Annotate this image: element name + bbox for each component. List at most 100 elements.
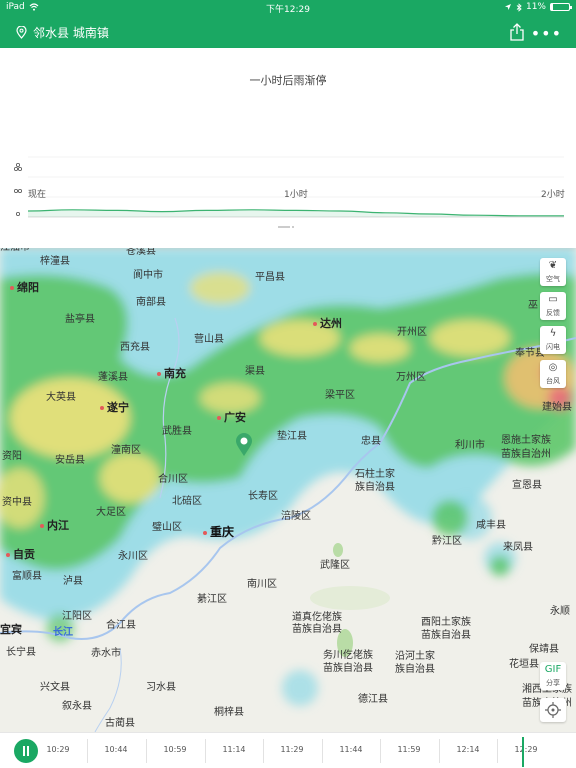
gif-share-button[interactable]: GIF 分享 [540,662,566,690]
rain-level-icon [13,163,22,172]
map-label: 巫 [528,300,538,311]
map-label: 开州区 [397,327,427,338]
forecast-title: 一小时后雨渐停 [249,74,327,87]
map-label: 叙永县 [62,701,92,712]
map-label: 梓潼县 [40,256,70,267]
map-label: 黔江区 [432,536,462,547]
map-label: 南部县 [136,297,166,308]
map-label: 永顺 [550,606,570,617]
map-label: 长寿区 [248,491,278,502]
crosshair-icon [545,702,561,718]
timeline-tick[interactable]: 10:59 [155,745,195,754]
status-time: 下午12:29 [266,5,310,15]
rain-level-icon [13,189,22,194]
map-label: 南充 [157,368,186,380]
feedback-button[interactable]: ▭ 反馈 [540,292,566,320]
timeline-separator [205,739,206,763]
typhoon-icon: ◎ [548,362,558,373]
timeline-tick[interactable]: 11:29 [272,745,312,754]
timeline-tick[interactable]: 10:29 [38,745,78,754]
map-label: 武隆区 [320,560,350,571]
locate-me-button[interactable] [540,698,566,722]
location-selector[interactable]: 邻水县 城南镇 [16,24,109,41]
map-label: 长宁县 [6,647,36,658]
map-label: 恩施土家族 [501,435,551,446]
map-label: 德江县 [358,694,388,705]
current-location-marker[interactable] [235,433,253,457]
typhoon-button[interactable]: ◎ 台风 [540,360,566,388]
status-bar: iPad 下午12:29 11% [0,0,576,16]
chat-icon: ▭ [548,294,558,305]
map-label: 石柱土家 [355,469,395,480]
city-dot [6,553,10,557]
battery-icon [550,3,572,11]
map-label: 自贡 [6,549,35,561]
nav-bar: 邻水县 城南镇 ••• [0,16,576,48]
timeline-separator [87,739,88,763]
share-icon[interactable] [508,22,526,42]
map-label: 潼南区 [111,445,141,456]
map-label: 酉阳土家族 [421,617,471,628]
map-label: 苗族自治县 [421,630,471,641]
map-pin-icon [16,26,27,39]
map-label: 合川区 [158,474,188,485]
x-label-2h: 2小时 [541,190,565,200]
timeline-separator [146,739,147,763]
x-label-now: 现在 [28,190,47,200]
map-label: 赤水市 [91,648,121,659]
map-label: 族自治县 [395,664,435,675]
location-label: 邻水县 城南镇 [33,26,109,40]
map-label: 大英县 [46,392,76,403]
map-label: 内江 [40,520,69,532]
map-label: 桐梓县 [214,707,244,718]
radar-timeline[interactable]: 10:29 10:44 10:59 11:14 11:29 11:44 11:59 12:14… [0,732,576,768]
air-quality-button[interactable]: ❦ 空气 [540,258,566,286]
rain-level-icon [15,212,20,217]
x-label-1h: 1小时 [284,190,308,200]
app-root: iPad 下午12:29 11% 邻水县 城南镇 ••• 一小时后雨渐停 现在 … [0,0,576,768]
map-label: 永川区 [118,551,148,562]
map-label: 资中县 [2,497,32,508]
city-dot [40,524,44,528]
map-label: 咸丰县 [476,520,506,531]
map-label: 梁平区 [325,390,355,401]
map-label: 花垣县 [509,659,539,670]
timeline-separator [263,739,264,763]
map-label: 宜宾 [0,623,22,636]
map-label: 江阳区 [62,611,92,622]
map-label: 建始县 [542,402,572,413]
map-label: 长江 [53,627,73,638]
forecast-panel: 一小时后雨渐停 现在 1小时 2小时 [0,48,576,248]
timeline-cursor[interactable] [522,737,524,767]
map-label: 西充县 [120,342,150,353]
map-label: 大足区 [96,507,126,518]
map-label: 古蔺县 [105,718,135,729]
map-label: 营山县 [194,334,224,345]
map-label: 武胜县 [162,426,192,437]
more-options-icon[interactable]: ••• [531,24,562,43]
timeline-tick[interactable]: 11:59 [389,745,429,754]
map-label: 忠县 [361,436,381,447]
map-label: 安岳县 [55,455,85,466]
timeline-tick[interactable]: 12:14 [448,745,488,754]
map-label: 兴文县 [40,682,70,693]
lightning-button[interactable]: ϟ 闪电 [540,326,566,354]
map-label: 习水县 [146,682,176,693]
timeline-tick[interactable]: 11:14 [214,745,254,754]
timeline-tick[interactable]: 12:29 [506,745,546,754]
map-label: 族自治县 [355,482,395,493]
timeline-tick[interactable]: 10:44 [96,745,136,754]
map-label: 绵阳 [10,282,39,294]
location-arrow-icon [504,4,511,10]
radar-map[interactable]: 绵阳 梓潼县 苍溪县 阆中市 平昌县 盐亭县 南部县 达州巫营山县 西充县 开州区 南充 蓬溪县 渠县奉… [0,248,576,732]
battery-percent: 11% [525,2,546,12]
map-label: 渠县 [245,366,265,377]
timeline-tick[interactable]: 11:44 [331,745,371,754]
map-label: 万州区 [396,372,426,383]
map-label: 北碚区 [172,496,202,507]
map-label: 江油市 [0,248,30,254]
pause-button[interactable] [14,739,38,763]
leaf-icon: ❦ [548,260,558,271]
city-dot [217,416,221,420]
page-indicator [278,226,298,228]
